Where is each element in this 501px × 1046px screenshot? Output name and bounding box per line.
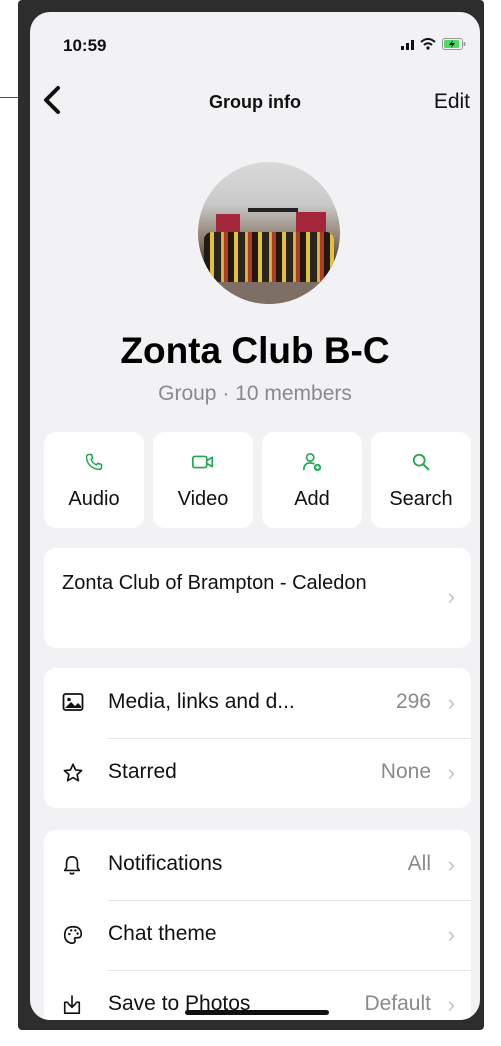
add-person-icon xyxy=(303,453,322,472)
notifications-value: All xyxy=(407,852,431,875)
battery-icon xyxy=(442,38,466,50)
palette-icon xyxy=(63,925,83,945)
chevron-right-icon: › xyxy=(447,760,455,785)
photo-icon xyxy=(62,693,84,711)
chevron-right-icon: › xyxy=(447,852,455,877)
group-avatar[interactable] xyxy=(198,162,340,304)
notifications-label: Notifications xyxy=(108,852,223,875)
chevron-right-icon: › xyxy=(447,690,455,715)
settings-section: Notifications All › Chat theme › Save to… xyxy=(44,830,471,1020)
video-label: Video xyxy=(177,488,229,510)
group-subtitle: Group · 10 members xyxy=(158,382,352,405)
search-icon xyxy=(412,453,430,471)
audio-label: Audio xyxy=(68,488,120,510)
phone-icon xyxy=(85,453,103,471)
wifi-icon xyxy=(420,38,436,50)
audio-call-button[interactable]: Audio xyxy=(44,432,144,528)
media-count: 296 xyxy=(395,690,431,713)
chevron-right-icon: › xyxy=(447,584,455,609)
save-icon xyxy=(63,995,81,1015)
signal-icon xyxy=(401,39,414,50)
starred-label: Starred xyxy=(108,760,177,783)
edit-button[interactable]: Edit xyxy=(434,90,470,114)
status-icons xyxy=(401,38,466,50)
video-icon xyxy=(192,455,214,469)
phone-frame: 10:59 Group info Edit Zonta Club B-C Gro… xyxy=(18,0,484,1030)
media-section: Media, links and d... 296 › Starred None… xyxy=(44,668,471,808)
add-member-button[interactable]: Add xyxy=(262,432,362,528)
page-title: Group info xyxy=(209,92,301,112)
starred-value: None xyxy=(380,760,431,783)
description-text: Zonta Club of Brampton - Caledon xyxy=(62,572,367,594)
screen: 10:59 Group info Edit Zonta Club B-C Gro… xyxy=(30,12,480,1020)
starred-row[interactable]: Starred None › xyxy=(44,738,471,808)
search-label: Search xyxy=(389,488,453,510)
status-time: 10:59 xyxy=(63,36,107,55)
notifications-row[interactable]: Notifications All › xyxy=(44,830,471,900)
star-icon xyxy=(63,763,83,782)
home-indicator[interactable] xyxy=(185,1010,329,1015)
save-to-photos-value: Default xyxy=(364,992,431,1015)
group-name: Zonta Club B-C xyxy=(120,330,390,371)
search-button[interactable]: Search xyxy=(371,432,471,528)
media-label: Media, links and d... xyxy=(108,690,295,713)
action-buttons: Audio Video Add Search xyxy=(44,432,471,528)
chevron-right-icon: › xyxy=(447,992,455,1017)
video-call-button[interactable]: Video xyxy=(153,432,253,528)
chevron-right-icon: › xyxy=(447,922,455,947)
bell-icon xyxy=(63,856,81,875)
group-description[interactable]: Zonta Club of Brampton - Caledon › xyxy=(44,548,471,648)
media-links-docs-row[interactable]: Media, links and d... 296 › xyxy=(44,668,471,738)
chat-theme-row[interactable]: Chat theme › xyxy=(44,900,471,970)
chat-theme-label: Chat theme xyxy=(108,922,217,945)
add-label: Add xyxy=(294,488,330,510)
